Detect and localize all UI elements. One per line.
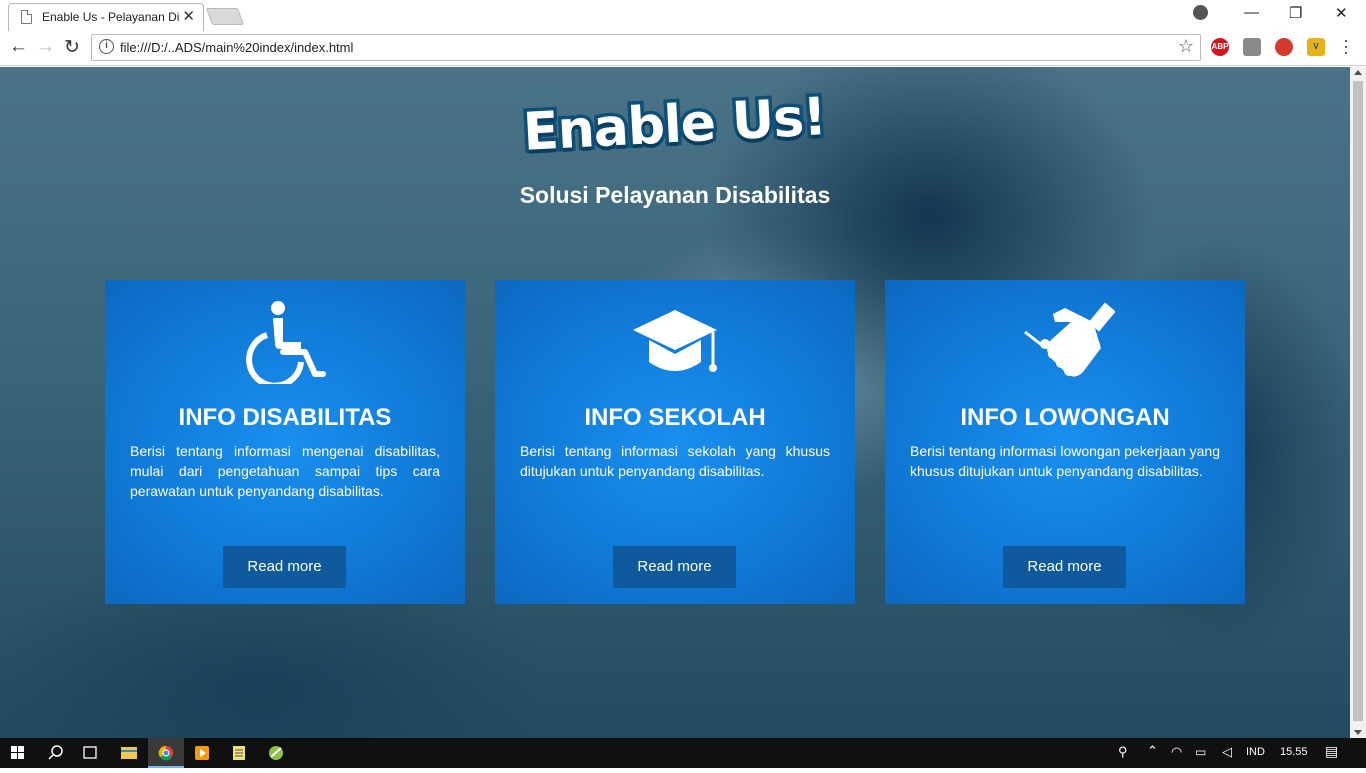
minimize-button[interactable]: — xyxy=(1244,4,1259,21)
people-icon[interactable] xyxy=(1275,38,1293,56)
page-subtitle: Solusi Pelayanan Disabilitas xyxy=(519,182,831,208)
volume-icon[interactable]: ◁ xyxy=(1222,744,1232,760)
new-tab-button[interactable] xyxy=(205,8,245,25)
bookmark-star-icon[interactable]: ☆ xyxy=(1178,36,1194,57)
close-window-button[interactable]: ✕ xyxy=(1335,4,1348,22)
info-icon[interactable]: i xyxy=(99,39,114,54)
scroll-down-icon[interactable] xyxy=(1354,730,1362,735)
menu-icon[interactable]: · · · xyxy=(1343,31,1349,61)
tab-title: Enable Us - Pelayanan Dis xyxy=(42,10,180,24)
read-more-button[interactable]: Read more xyxy=(613,546,736,588)
card-title: INFO SEKOLAH xyxy=(584,404,766,431)
scroll-thumb[interactable] xyxy=(1353,81,1363,721)
handshake-icon xyxy=(1015,300,1116,384)
notepad-icon[interactable] xyxy=(221,738,257,768)
card-title: INFO DISABILITAS xyxy=(178,404,392,431)
restore-button[interactable]: ❐ xyxy=(1289,4,1302,22)
people-tray-icon[interactable]: ⚲ xyxy=(1118,744,1128,760)
media-player-icon[interactable] xyxy=(184,738,220,768)
card-description: Berisi tentang informasi lowongan pekerj… xyxy=(910,443,1220,479)
taskbar: ⚲ ⌃ ◠ ▭ ◁ IND 15.55 ▤ xyxy=(0,738,1366,768)
browser-tab[interactable]: Enable Us - Pelayanan Dis ✕ xyxy=(8,3,204,31)
read-more-button[interactable]: Read more xyxy=(1003,546,1126,588)
clock[interactable]: 15.55 xyxy=(1280,746,1308,758)
card-info-sekolah: INFO SEKOLAH Berisi tentang informasi se… xyxy=(495,280,855,604)
address-text[interactable]: file:///D:/..ADS/main%20index/index.html xyxy=(120,40,353,55)
chrome-icon[interactable] xyxy=(148,738,184,768)
forward-icon[interactable]: → xyxy=(36,36,55,58)
card-info-disabilitas: INFO DISABILITAS Berisi tentang informas… xyxy=(105,280,465,604)
read-more-button[interactable]: Read more xyxy=(223,546,346,588)
account-icon[interactable] xyxy=(1193,5,1208,20)
show-hidden-icons-icon[interactable]: ⌃ xyxy=(1147,743,1158,759)
back-icon[interactable]: ← xyxy=(9,36,28,58)
task-view-icon[interactable] xyxy=(72,738,108,768)
logo: Enable Us! xyxy=(518,84,832,183)
graduation-cap-icon xyxy=(625,300,725,384)
app-green-icon[interactable] xyxy=(258,738,294,768)
v-extension-icon[interactable]: V xyxy=(1307,38,1325,56)
camera-icon[interactable] xyxy=(1243,38,1261,56)
close-tab-icon[interactable]: ✕ xyxy=(182,7,195,25)
logo-text: Enable Us! xyxy=(518,84,831,167)
search-icon[interactable] xyxy=(38,738,74,768)
file-explorer-icon[interactable] xyxy=(111,738,147,768)
page-icon xyxy=(21,10,32,24)
adblock-plus-icon[interactable]: ABP xyxy=(1211,38,1229,56)
card-info-lowongan: INFO LOWONGAN Berisi tentang informasi l… xyxy=(885,280,1245,604)
wheelchair-icon xyxy=(235,300,335,389)
start-button[interactable] xyxy=(0,738,36,768)
card-title: INFO LOWONGAN xyxy=(960,404,1170,431)
page-viewport: Enable Us! Solusi Pelayanan Disabilitas … xyxy=(0,67,1350,738)
tab-strip: Enable Us - Pelayanan Dis ✕ — ❐ ✕ xyxy=(0,0,1366,31)
page-scrollbar[interactable] xyxy=(1350,67,1366,738)
card-description: Berisi tentang informasi mengenai disabi… xyxy=(130,443,440,499)
wifi-icon[interactable]: ◠ xyxy=(1171,744,1182,760)
browser-toolbar: ← → ↻ i file:///D:/..ADS/main%20index/in… xyxy=(0,31,1366,66)
reload-icon[interactable]: ↻ xyxy=(64,36,80,59)
action-center-icon[interactable]: ▤ xyxy=(1325,743,1338,760)
scroll-up-icon[interactable] xyxy=(1354,70,1362,75)
address-bar[interactable]: i file:///D:/..ADS/main%20index/index.ht… xyxy=(91,34,1201,61)
battery-icon[interactable]: ▭ xyxy=(1195,745,1206,759)
card-description: Berisi tentang informasi sekolah yang kh… xyxy=(520,443,830,479)
language-indicator[interactable]: IND xyxy=(1246,746,1265,758)
